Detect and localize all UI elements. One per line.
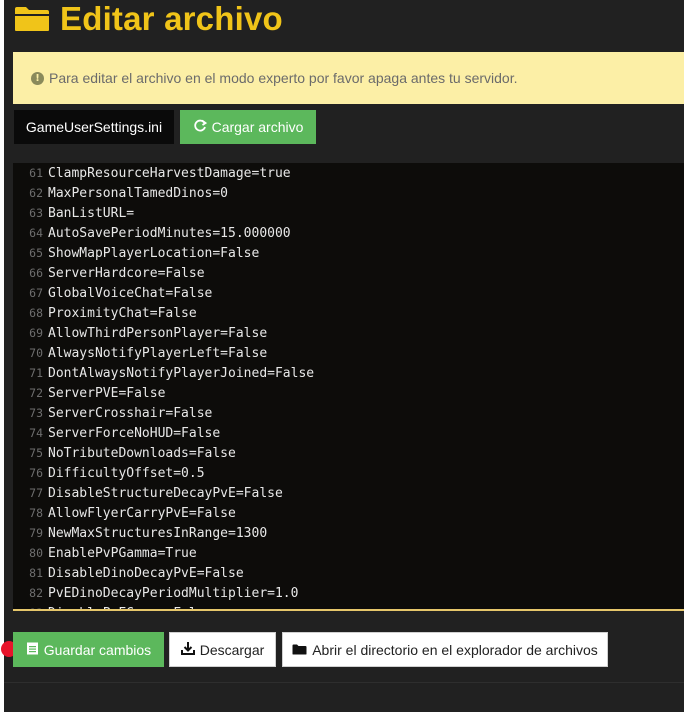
line-number: 83 (13, 606, 48, 609)
line-text: ServerForceNoHUD=False (48, 425, 221, 441)
line-number: 63 (29, 206, 43, 220)
line-number: 80 (29, 546, 43, 560)
alert-text: Para editar el archivo en el modo expert… (49, 70, 518, 86)
line-number: 81 (29, 566, 43, 580)
line-number: 73 (29, 406, 43, 420)
line-number: 71 (29, 366, 43, 380)
line-text: MaxPersonalTamedDinos=0 (48, 185, 229, 201)
code-line[interactable]: 61 ClampResourceHarvestDamage=true (13, 163, 291, 183)
refresh-icon (193, 119, 207, 136)
save-changes-button[interactable]: Guardar cambios (13, 632, 164, 667)
save-changes-label: Guardar cambios (43, 641, 152, 658)
line-number: 82 (29, 586, 43, 600)
line-text: DontAlwaysNotifyPlayerJoined=False (48, 365, 315, 381)
divider (4, 682, 684, 683)
line-text: ServerHardcore=False (48, 265, 205, 281)
code-line[interactable]: 70 AlwaysNotifyPlayerLeft=False (13, 343, 267, 363)
page-title-text: Editar archivo (60, 0, 283, 37)
code-line[interactable]: 75 NoTributeDownloads=False (13, 443, 236, 463)
load-file-label: Cargar archivo (211, 119, 304, 135)
line-text: ProximityChat=False (48, 305, 197, 321)
code-line[interactable]: 82 PvEDinoDecayPeriodMultiplier=1.0 (13, 583, 298, 603)
code-line[interactable]: 77 DisableStructureDecayPvE=False (13, 483, 283, 503)
line-number: 67 (29, 286, 43, 300)
code-line[interactable]: 72 ServerPVE=False (13, 383, 165, 403)
line-text: BanListURL= (48, 205, 135, 221)
line-text: NewMaxStructuresInRange=1300 (48, 525, 268, 541)
line-text: DisablePvEGamma=False (48, 606, 212, 610)
line-number: 68 (29, 306, 43, 320)
download-button[interactable]: Descargar (169, 632, 276, 667)
line-text: ClampResourceHarvestDamage=true (48, 165, 291, 181)
code-line[interactable]: 79 NewMaxStructuresInRange=1300 (13, 523, 267, 543)
load-file-button[interactable]: Cargar archivo (180, 110, 316, 144)
page-title: Editar archivo (14, 0, 283, 38)
code-line[interactable]: 62 MaxPersonalTamedDinos=0 (13, 183, 228, 203)
save-file-icon (26, 642, 39, 658)
line-number: 64 (29, 226, 43, 240)
code-line[interactable]: 78 AllowFlyerCarryPvE=False (13, 503, 236, 523)
line-number: 65 (29, 246, 43, 260)
line-number: 76 (29, 466, 43, 480)
code-line[interactable]: 66 ServerHardcore=False (13, 263, 205, 283)
line-number: 70 (29, 346, 43, 360)
line-number: 77 (29, 486, 43, 500)
line-text: AlwaysNotifyPlayerLeft=False (48, 345, 268, 361)
code-line[interactable]: 64 AutoSavePeriodMinutes=15.000000 (13, 223, 291, 243)
info-circle-icon: ! (31, 71, 44, 85)
line-text: DifficultyOffset=0.5 (48, 465, 205, 481)
code-editor[interactable]: 61 ClampResourceHarvestDamage=true 62 MaxPe… (13, 163, 684, 611)
code-line[interactable]: 65 ShowMapPlayerLocation=False (13, 243, 259, 263)
code-line[interactable]: 83DisablePvEGamma=False (13, 603, 212, 610)
code-line[interactable]: 67 GlobalVoiceChat=False (13, 283, 212, 303)
code-line[interactable]: 81 DisableDinoDecayPvE=False (13, 563, 244, 583)
line-number: 62 (29, 186, 43, 200)
code-line[interactable]: 69 AllowThirdPersonPlayer=False (13, 323, 267, 343)
line-number: 74 (29, 426, 43, 440)
code-line[interactable]: 71 DontAlwaysNotifyPlayerJoined=False (13, 363, 314, 383)
line-text: AutoSavePeriodMinutes=15.000000 (48, 225, 291, 241)
line-number: 69 (29, 326, 43, 340)
line-text: ShowMapPlayerLocation=False (48, 245, 260, 261)
line-text: GlobalVoiceChat=False (48, 285, 213, 301)
line-text: ServerPVE=False (48, 385, 166, 401)
code-line[interactable]: 63 BanListURL= (13, 203, 134, 223)
line-number: 61 (29, 166, 43, 180)
open-directory-button[interactable]: Abrir el directorio en el explorador de … (282, 632, 608, 667)
warning-alert: ! Para editar el archivo en el modo expe… (13, 52, 684, 104)
line-number: 72 (29, 386, 43, 400)
folder-icon (14, 6, 50, 32)
code-line[interactable]: 76 DifficultyOffset=0.5 (13, 463, 205, 483)
line-number: 66 (29, 266, 43, 280)
code-line[interactable]: 68 ProximityChat=False (13, 303, 197, 323)
line-text: DisableStructureDecayPvE=False (48, 485, 283, 501)
code-line[interactable]: 74 ServerForceNoHUD=False (13, 423, 220, 443)
line-text: PvEDinoDecayPeriodMultiplier=1.0 (48, 585, 299, 601)
file-name-label: GameUserSettings.ini (14, 110, 174, 144)
folder-icon (292, 642, 307, 658)
open-directory-label: Abrir el directorio en el explorador de … (312, 641, 598, 658)
line-text: DisableDinoDecayPvE=False (48, 565, 244, 581)
line-text: NoTributeDownloads=False (48, 445, 236, 461)
download-icon (180, 641, 195, 658)
line-number: 75 (29, 446, 43, 460)
line-number: 78 (29, 506, 43, 520)
line-number: 79 (29, 526, 43, 540)
code-line[interactable]: 80 EnablePvPGamma=True (13, 543, 197, 563)
download-label: Descargar (199, 641, 265, 658)
line-text: AllowThirdPersonPlayer=False (48, 325, 268, 341)
code-line[interactable]: 73 ServerCrosshair=False (13, 403, 212, 423)
line-text: ServerCrosshair=False (48, 405, 213, 421)
line-text: EnablePvPGamma=True (48, 545, 197, 561)
line-text: AllowFlyerCarryPvE=False (48, 505, 236, 521)
